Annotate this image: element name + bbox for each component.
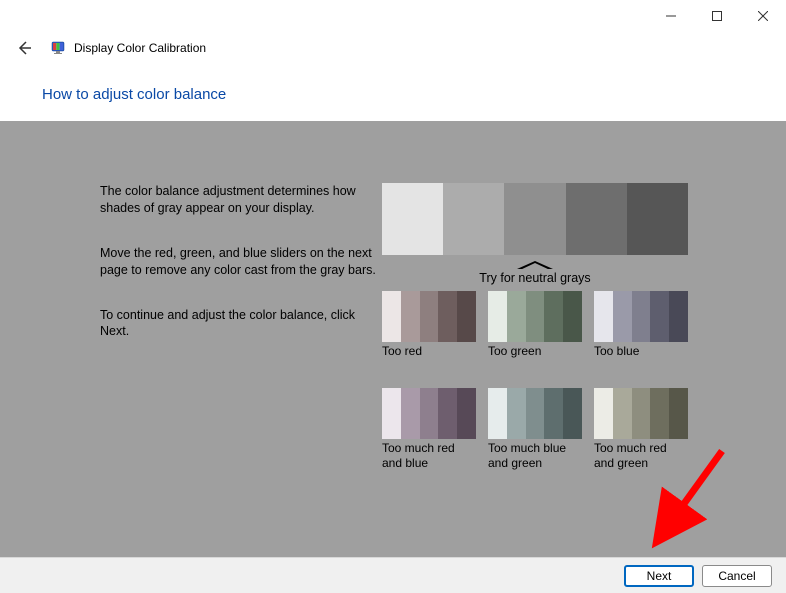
tint-swatch [382, 291, 476, 342]
window-controls [648, 0, 786, 32]
swatch-segment [382, 388, 401, 439]
close-button[interactable] [740, 0, 786, 32]
swatch-segment [613, 291, 632, 342]
swatch-segment [488, 388, 507, 439]
swatch-segment [632, 388, 651, 439]
swatch-segment [401, 291, 420, 342]
para-1: The color balance adjustment determines … [100, 183, 382, 217]
minimize-button[interactable] [648, 0, 694, 32]
titlebar [0, 0, 786, 32]
tint-swatch [488, 388, 582, 439]
header: Display Color Calibration [0, 32, 786, 64]
subtitle-row: How to adjust color balance [0, 64, 786, 121]
tint-cell: Too red [382, 291, 476, 384]
neutral-gradient [382, 183, 688, 255]
back-button[interactable] [14, 38, 34, 58]
instruction-text: The color balance adjustment determines … [100, 183, 382, 481]
swatch-segment [401, 388, 420, 439]
tint-swatch [594, 291, 688, 342]
swatch-segment [420, 291, 439, 342]
tint-grid: Too red Too green Too blue Too much red and… [382, 291, 688, 481]
swatch-segment [526, 388, 545, 439]
gradient-segment [443, 183, 504, 255]
swatch-segment [632, 291, 651, 342]
para-2: Move the red, green, and blue sliders on… [100, 245, 382, 279]
cancel-button[interactable]: Cancel [702, 565, 772, 587]
gradient-segment [627, 183, 688, 255]
gradient-segment [504, 183, 565, 255]
swatch-segment [420, 388, 439, 439]
swatch-segment [438, 291, 457, 342]
para-3: To continue and adjust the color balance… [100, 307, 382, 341]
swatch-segment [650, 291, 669, 342]
swatch-segment [457, 388, 476, 439]
content-area: The color balance adjustment determines … [0, 121, 786, 563]
swatch-segment [457, 291, 476, 342]
color-examples: Try for neutral grays Too redToo greenTo… [382, 183, 688, 481]
tint-label: Too blue [594, 344, 688, 374]
swatch-segment [563, 388, 582, 439]
swatch-segment [382, 291, 401, 342]
tint-label: Too much red and green [594, 441, 688, 471]
tint-swatch [594, 388, 688, 439]
neutral-label: Try for neutral grays [382, 271, 688, 285]
tint-cell: Too green [488, 291, 582, 384]
tint-cell: Too much blue and green [488, 388, 582, 481]
swatch-segment [526, 291, 545, 342]
swatch-segment [669, 388, 688, 439]
tint-cell: Too much red and green [594, 388, 688, 481]
swatch-segment [613, 388, 632, 439]
tint-label: Too red [382, 344, 476, 374]
tint-swatch [382, 388, 476, 439]
tint-swatch [488, 291, 582, 342]
tint-label: Too much blue and green [488, 441, 582, 471]
swatch-segment [669, 291, 688, 342]
gradient-segment [566, 183, 627, 255]
swatch-segment [544, 291, 563, 342]
next-button[interactable]: Next [624, 565, 694, 587]
tint-label: Too much red and blue [382, 441, 476, 471]
swatch-segment [544, 388, 563, 439]
swatch-segment [507, 291, 526, 342]
swatch-segment [438, 388, 457, 439]
app-icon [50, 40, 66, 56]
swatch-segment [594, 388, 613, 439]
swatch-segment [563, 291, 582, 342]
maximize-button[interactable] [694, 0, 740, 32]
tint-label: Too green [488, 344, 582, 374]
swatch-segment [507, 388, 526, 439]
gradient-segment [382, 183, 443, 255]
page-heading: How to adjust color balance [42, 86, 786, 103]
swatch-segment [650, 388, 669, 439]
swatch-segment [488, 291, 507, 342]
tint-cell: Too blue [594, 291, 688, 384]
footer: Next Cancel [0, 557, 786, 593]
tint-cell: Too much red and blue [382, 388, 476, 481]
swatch-segment [594, 291, 613, 342]
window-title: Display Color Calibration [74, 41, 206, 55]
